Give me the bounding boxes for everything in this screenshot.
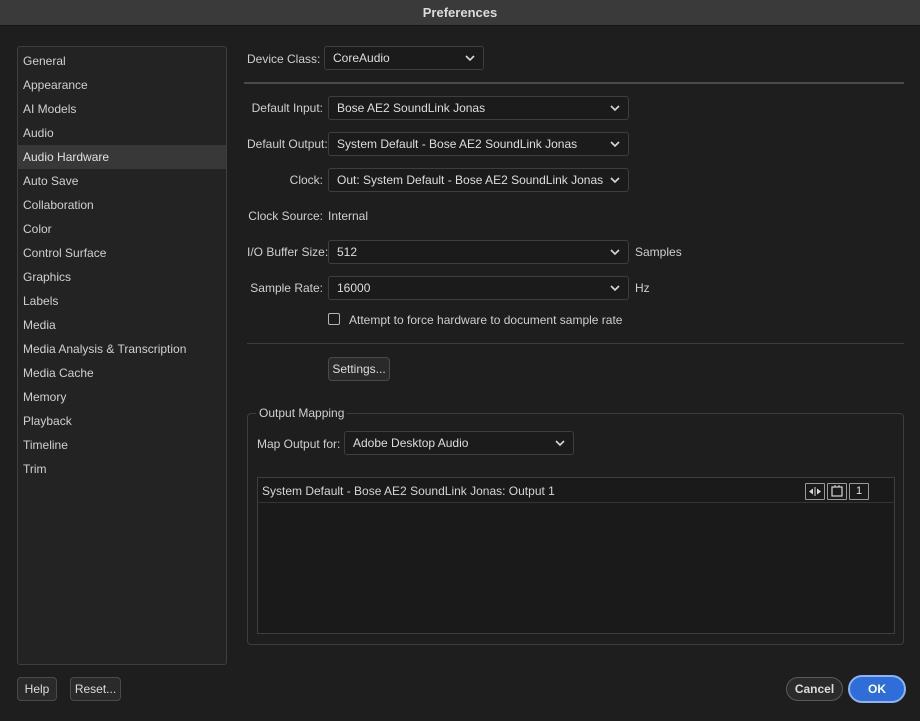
force-sample-rate-checkbox[interactable]: [328, 313, 340, 325]
sample-rate-value: 16000: [337, 281, 371, 295]
section-divider: [247, 343, 904, 344]
sidebar-item-appearance[interactable]: Appearance: [18, 73, 226, 97]
chevron-down-icon: [610, 249, 620, 256]
clock-label: Clock:: [289, 173, 323, 187]
device-class-value: CoreAudio: [333, 51, 390, 65]
sidebar-item-ai-models[interactable]: AI Models: [18, 97, 226, 121]
sidebar-item-general[interactable]: General: [18, 49, 226, 73]
sidebar-item-color[interactable]: Color: [18, 217, 226, 241]
output-mapping-title: Output Mapping: [256, 406, 348, 420]
map-output-value: Adobe Desktop Audio: [353, 436, 469, 450]
clock-source-value: Internal: [328, 209, 369, 223]
output-mapping-row[interactable]: System Default - Bose AE2 SoundLink Jona…: [258, 478, 894, 503]
map-output-dropdown[interactable]: Adobe Desktop Audio: [344, 431, 574, 455]
output-channel-label: System Default - Bose AE2 SoundLink Jona…: [262, 484, 555, 498]
device-class-dropdown[interactable]: CoreAudio: [324, 46, 484, 70]
sidebar-item-media-analysis[interactable]: Media Analysis & Transcription: [18, 337, 226, 361]
sidebar-item-media-cache[interactable]: Media Cache: [18, 361, 226, 385]
buffer-size-unit: Samples: [635, 245, 682, 259]
stereo-pan-icon[interactable]: [805, 483, 825, 500]
sidebar-item-control-surface[interactable]: Control Surface: [18, 241, 226, 265]
device-class-label: Device Class:: [247, 52, 321, 66]
map-output-label: Map Output for:: [257, 437, 341, 451]
default-input-label: Default Input:: [251, 101, 323, 115]
buffer-size-dropdown[interactable]: 512: [328, 240, 629, 264]
window-title: Preferences: [422, 5, 498, 20]
ok-button[interactable]: OK: [848, 675, 906, 703]
chevron-down-icon: [610, 105, 620, 112]
title-bar: Preferences: [0, 0, 920, 26]
chevron-down-icon: [610, 177, 620, 184]
force-sample-rate-label[interactable]: Attempt to force hardware to document sa…: [349, 313, 622, 327]
clock-source-label: Clock Source:: [248, 209, 323, 223]
clock-value: Out: System Default - Bose AE2 SoundLink…: [337, 173, 604, 187]
sample-rate-label: Sample Rate:: [250, 281, 323, 295]
sidebar-item-graphics[interactable]: Graphics: [18, 265, 226, 289]
chevron-down-icon: [610, 285, 620, 292]
section-divider: [244, 82, 904, 84]
sidebar-item-timeline[interactable]: Timeline: [18, 433, 226, 457]
sidebar-item-collaboration[interactable]: Collaboration: [18, 193, 226, 217]
preferences-sidebar: General Appearance AI Models Audio Audio…: [17, 46, 227, 665]
channel-number-badge[interactable]: 1: [849, 483, 869, 500]
sidebar-item-audio[interactable]: Audio: [18, 121, 226, 145]
sidebar-item-audio-hardware[interactable]: Audio Hardware: [18, 145, 226, 169]
buffer-size-label: I/O Buffer Size:: [247, 245, 329, 259]
default-output-dropdown[interactable]: System Default - Bose AE2 SoundLink Jona…: [328, 132, 629, 156]
sidebar-item-trim[interactable]: Trim: [18, 457, 226, 481]
default-output-value: System Default - Bose AE2 SoundLink Jona…: [337, 137, 578, 151]
sidebar-item-media[interactable]: Media: [18, 313, 226, 337]
settings-button[interactable]: Settings...: [328, 357, 390, 381]
chevron-down-icon: [465, 55, 475, 62]
reset-button[interactable]: Reset...: [70, 677, 121, 701]
sidebar-item-auto-save[interactable]: Auto Save: [18, 169, 226, 193]
default-input-value: Bose AE2 SoundLink Jonas: [337, 101, 486, 115]
default-output-label: Default Output:: [247, 137, 328, 151]
chevron-down-icon: [555, 440, 565, 447]
sample-rate-unit: Hz: [635, 281, 650, 295]
sidebar-item-memory[interactable]: Memory: [18, 385, 226, 409]
sample-rate-dropdown[interactable]: 16000: [328, 276, 629, 300]
chevron-down-icon: [610, 141, 620, 148]
sidebar-item-playback[interactable]: Playback: [18, 409, 226, 433]
speaker-channel-icon[interactable]: [827, 483, 847, 500]
cancel-button[interactable]: Cancel: [786, 677, 843, 701]
help-button[interactable]: Help: [17, 677, 57, 701]
sidebar-item-labels[interactable]: Labels: [18, 289, 226, 313]
buffer-size-value: 512: [337, 245, 358, 259]
clock-dropdown[interactable]: Out: System Default - Bose AE2 SoundLink…: [328, 168, 629, 192]
default-input-dropdown[interactable]: Bose AE2 SoundLink Jonas: [328, 96, 629, 120]
